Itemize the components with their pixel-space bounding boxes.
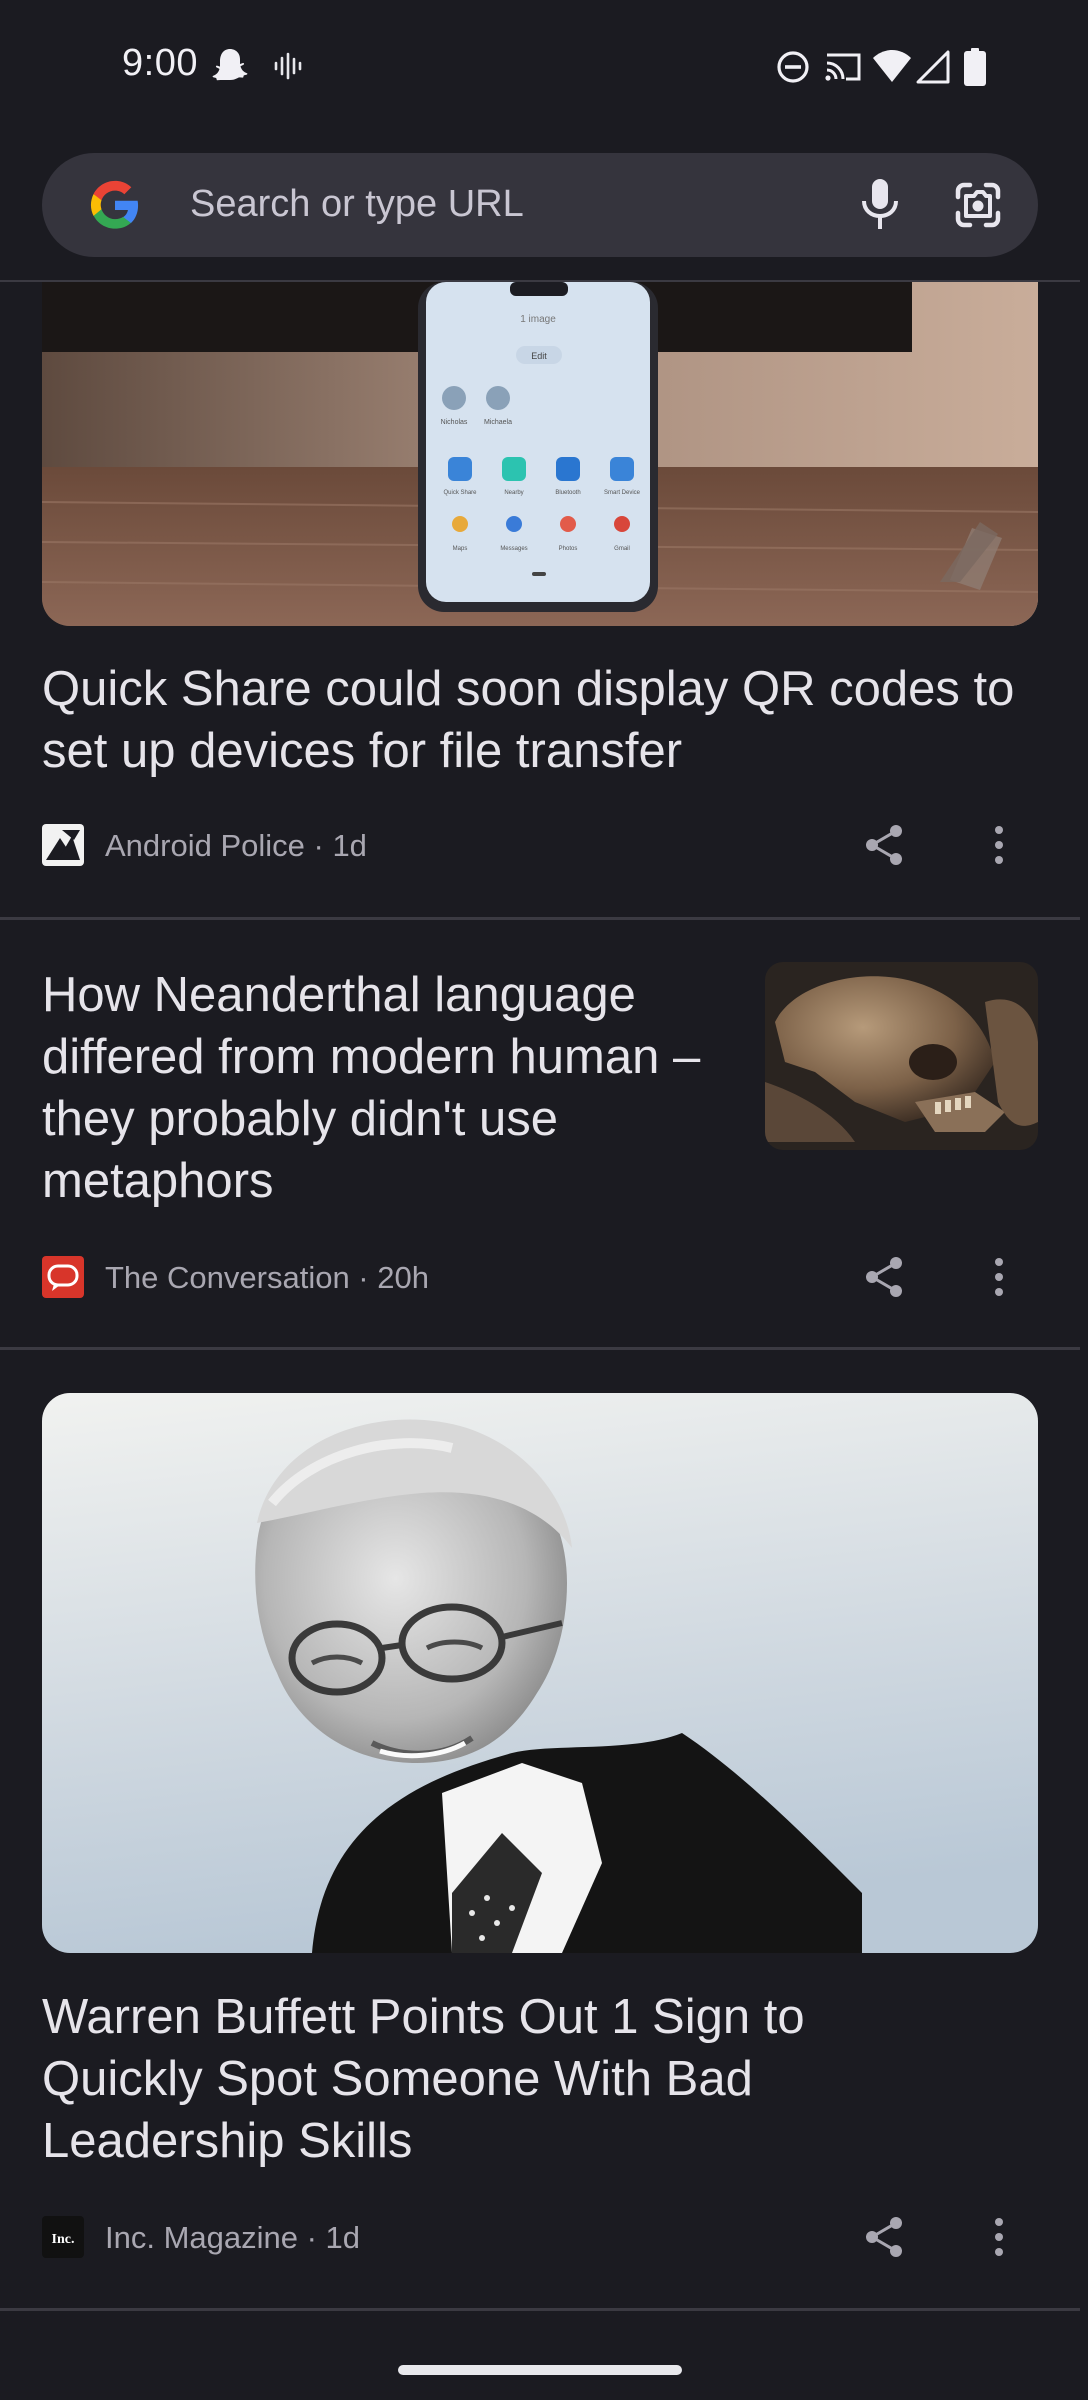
article-title[interactable]: Quick Share could soon display QR codes … [42,658,1038,782]
article-image[interactable]: 1 image Edit Nicholas Michaela Quick Sha… [42,282,1038,626]
home-gesture-bar[interactable] [398,2365,682,2375]
article-thumbnail[interactable] [765,962,1038,1150]
svg-text:Smart Device: Smart Device [604,490,641,496]
do-not-disturb-icon [777,51,809,83]
share-icon[interactable] [862,822,908,868]
article-divider [0,917,1080,920]
cell-signal-icon [916,50,950,84]
svg-text:Bluetooth: Bluetooth [555,490,580,496]
svg-text:Maps: Maps [453,546,468,552]
article-divider [0,2308,1080,2311]
the-conversation-logo-icon [42,1256,84,1298]
svg-text:Edit: Edit [531,351,547,361]
article-source-age: Inc. Magazine · 1d [105,2220,361,2255]
article-meta: The Conversation · 20h [42,1254,1038,1300]
google-lens-icon[interactable] [950,177,1006,233]
svg-text:1 image: 1 image [520,314,556,325]
wifi-icon [873,50,911,82]
more-options-icon[interactable] [984,822,1014,868]
article-image[interactable] [42,1393,1038,1953]
svg-text:Nearby: Nearby [504,490,523,496]
article-title[interactable]: How Neanderthal language differed from m… [42,964,742,1212]
article-meta: Inc. Inc. Magazine · 1d [42,2214,1038,2260]
svg-text:Photos: Photos [559,546,578,552]
article-title[interactable]: Warren Buffett Points Out 1 Sign to Quic… [42,1986,942,2172]
status-bar: 9:00 [0,0,1088,135]
svg-text:Nicholas: Nicholas [441,419,468,426]
share-icon[interactable] [862,2214,908,2260]
android-police-logo-icon [42,824,84,866]
search-input[interactable]: Search or type URL [190,183,524,226]
mic-icon[interactable] [852,175,908,235]
snapchat-ghost-icon [212,49,248,81]
svg-text:Michaela: Michaela [484,419,512,426]
google-logo-icon [90,180,139,229]
inc-logo-text: Inc. [52,2232,75,2247]
more-options-icon[interactable] [984,2214,1014,2260]
more-options-icon[interactable] [984,1254,1014,1300]
status-time: 9:00 [122,42,198,84]
article-meta: Android Police · 1d [42,822,1038,868]
article-source-age: Android Police · 1d [105,828,367,863]
article-divider [0,1347,1080,1350]
svg-text:Gmail: Gmail [614,546,630,552]
svg-text:Messages: Messages [500,546,527,552]
inc-magazine-logo-icon: Inc. [42,2216,84,2258]
battery-icon [964,48,986,86]
svg-text:Quick Share: Quick Share [443,490,477,496]
share-icon[interactable] [862,1254,908,1300]
omnibox[interactable]: Search or type URL [42,153,1038,257]
sound-wave-icon [274,52,302,80]
article-source-age: The Conversation · 20h [105,1260,429,1295]
cast-icon [825,53,861,81]
